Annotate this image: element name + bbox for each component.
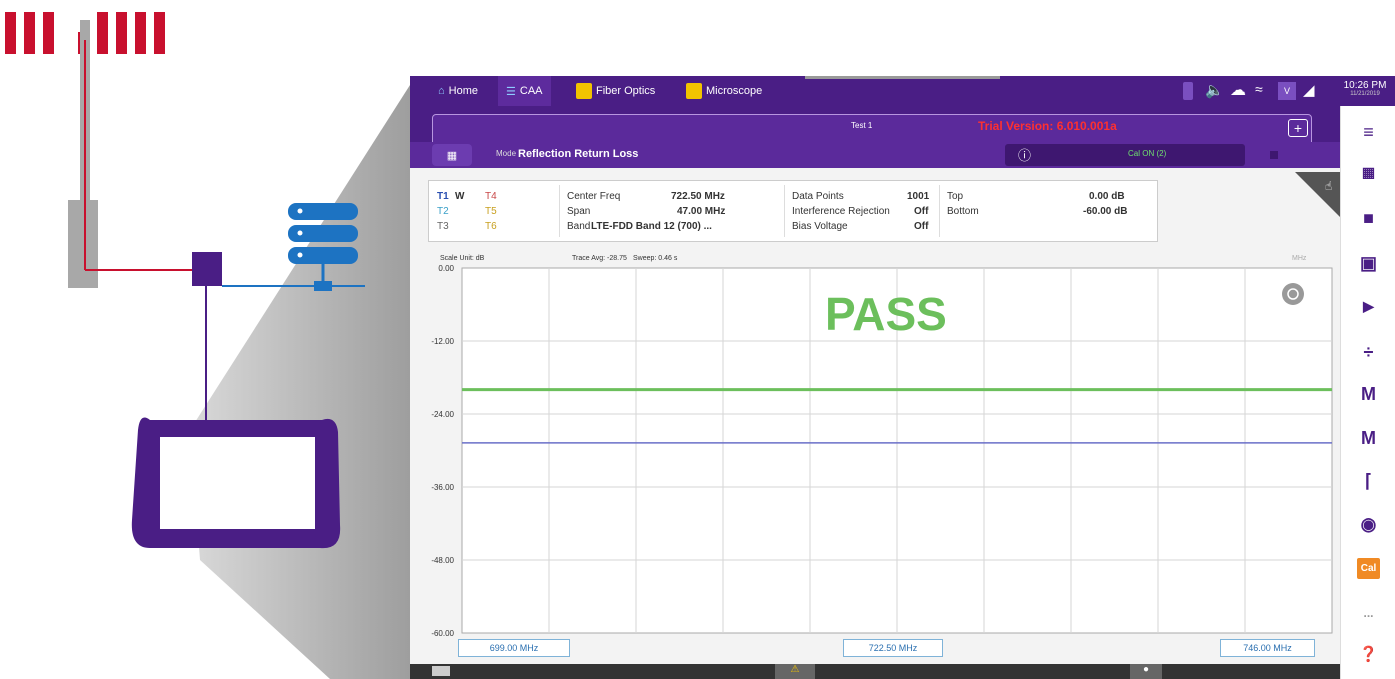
header-panel: Test 1 Trial Version: 6.010.001a + ▦ Mod… [410, 106, 1340, 168]
scale-unit-label: Scale Unit: dB [440, 255, 485, 262]
right-toolbar: ≡ ▦ ■ ▣ ▶ ÷ M M ⌈ ◉ Cal ... ❓ [1340, 106, 1395, 679]
mode-value[interactable]: Reflection Return Loss [518, 148, 638, 160]
bottom-value[interactable]: -60.00 dB [1083, 206, 1127, 217]
pass-indicator: PASS [825, 288, 947, 340]
vnc-icon[interactable]: V [1278, 82, 1296, 100]
status-panel [1005, 144, 1245, 166]
peak-icon[interactable]: ⌈ [1341, 461, 1395, 501]
marker-icon[interactable]: M [1341, 374, 1395, 414]
trace-t4[interactable]: T4 [485, 191, 497, 202]
test-label: Test 1 [851, 121, 873, 130]
bottom-status-bar: ⚠ ● [410, 664, 1340, 679]
folder-icon[interactable]: ▶ [1341, 286, 1395, 326]
signal-icon: ◢ [1303, 82, 1315, 99]
version-text: Trial Version: 6.010.001a [978, 119, 1117, 133]
divide-icon[interactable]: ÷ [1341, 332, 1395, 372]
mode-label: Mode [496, 149, 517, 158]
tab-fiber-optics[interactable]: Fiber Optics [568, 76, 663, 106]
unit-right-label: MHz [1292, 255, 1307, 262]
wifi-icon[interactable]: ≈ [1255, 81, 1263, 97]
bias-label: Bias Voltage [792, 221, 848, 232]
top-bar: ⌂ Home ☰ CAA Fiber Optics Microscope 🔈 ☁… [410, 76, 1395, 106]
data-points-value[interactable]: 1001 [907, 191, 929, 202]
touch-corner-icon[interactable]: ☝ [1295, 172, 1340, 217]
cloud-icon[interactable]: ☁ [1230, 80, 1246, 100]
network-diagram [68, 20, 365, 549]
camera-icon[interactable]: ◉ [1341, 504, 1395, 544]
server-stack-icon [288, 203, 358, 291]
warning-icon[interactable]: ⚠ [775, 664, 815, 679]
save-icon[interactable]: ▣ [1341, 243, 1395, 283]
tab-home[interactable]: ⌂ Home [430, 76, 486, 106]
interference-label: Interference Rejection [792, 206, 890, 217]
bottom-label: Bottom [947, 206, 979, 217]
tab-microscope[interactable]: Microscope [678, 76, 770, 106]
handheld-tester [131, 417, 341, 549]
y-tick-label: -36.00 [431, 483, 454, 492]
trace-t5[interactable]: T5 [485, 206, 497, 217]
stop-freq-label[interactable]: 746.00 MHz [1220, 639, 1315, 657]
add-tab-button[interactable]: + [1288, 119, 1308, 137]
span-value[interactable]: 47.00 MHz [677, 206, 725, 217]
top-value[interactable]: 0.00 dB [1089, 191, 1125, 202]
help-icon[interactable]: ❓ [1341, 634, 1395, 674]
trace-avg-label: Trace Avg: -28.75 [572, 255, 627, 262]
splitter-box [192, 252, 222, 286]
y-tick-label: -24.00 [431, 410, 454, 419]
battery-mini-icon [432, 666, 450, 676]
mode-bar: ▦ Mode Reflection Return Loss ⓘ Cal ON (… [410, 142, 1340, 168]
top-label: Top [947, 191, 964, 202]
grid-icon: ▦ [446, 149, 458, 162]
band-value[interactable]: LTE-FDD Band 12 (700) ... [591, 221, 712, 232]
interference-value[interactable]: Off [914, 206, 928, 217]
app-grid-button[interactable]: ▦ [432, 144, 472, 166]
battery-icon [1183, 82, 1193, 100]
lock-icon[interactable]: ■ [1341, 198, 1395, 238]
y-tick-label: -60.00 [431, 629, 454, 638]
trace-t1[interactable]: T1 [437, 191, 449, 202]
home-icon: ⌂ [438, 85, 445, 97]
device-screen: ⌂ Home ☰ CAA Fiber Optics Microscope 🔈 ☁… [410, 76, 1395, 679]
trace-t2[interactable]: T2 [437, 206, 449, 217]
more-icon[interactable]: ... [1341, 593, 1395, 633]
span-label: Span [567, 206, 591, 217]
microscope-icon [686, 83, 702, 99]
trace-w[interactable]: W [455, 191, 464, 202]
caa-icon: ☰ [506, 85, 516, 98]
info-icon[interactable]: ⓘ [1018, 145, 1031, 164]
y-tick-label: -48.00 [431, 556, 454, 565]
marker-list-icon[interactable]: M [1341, 418, 1395, 458]
cal-button[interactable]: Cal [1341, 548, 1395, 588]
clock: 10:26 PM 11/21/2019 [1343, 80, 1387, 97]
y-axis-ticks: 0.00 -12.00 -24.00 -36.00 -48.00 -60.00 [431, 264, 454, 638]
fiber-optics-icon [576, 83, 592, 99]
data-points-label: Data Points [792, 191, 844, 202]
start-freq-label[interactable]: 699.00 MHz [458, 639, 570, 657]
trace-t3[interactable]: T3 [437, 221, 449, 232]
location-icon[interactable]: ● [1130, 664, 1162, 679]
tab-caa[interactable]: ☰ CAA [498, 76, 551, 106]
bias-value[interactable]: Off [914, 221, 928, 232]
drag-handle[interactable] [805, 76, 1000, 79]
y-tick-label: -12.00 [431, 337, 454, 346]
trace-t6[interactable]: T6 [485, 221, 497, 232]
center-freq-marker[interactable]: 722.50 MHz [843, 639, 943, 657]
chart-area[interactable]: 0.00 -12.00 -24.00 -36.00 -48.00 -60.00 Scale… [410, 248, 1340, 658]
antenna-base [68, 200, 98, 288]
cal-status: Cal ON (2) [1128, 149, 1167, 158]
band-label: Band [567, 221, 591, 232]
y-tick-label: 0.00 [438, 264, 454, 273]
volume-icon[interactable]: 🔈 [1205, 81, 1224, 99]
sweep-label: Sweep: 0.46 s [633, 255, 678, 262]
zoom-button[interactable] [1282, 283, 1304, 305]
center-freq-label: Center Freq [567, 191, 621, 202]
center-freq-value[interactable]: 722.50 MHz [671, 191, 725, 202]
menu-icon[interactable]: ≡ [1341, 112, 1395, 152]
parameter-panel[interactable]: T1 W T4 T2 T5 T3 T6 Center Freq 722.50 M… [428, 180, 1158, 242]
svg-text:☝: ☝ [1325, 179, 1332, 193]
status-dot [1270, 151, 1278, 159]
layout-icon[interactable]: ▦ [1341, 152, 1395, 192]
